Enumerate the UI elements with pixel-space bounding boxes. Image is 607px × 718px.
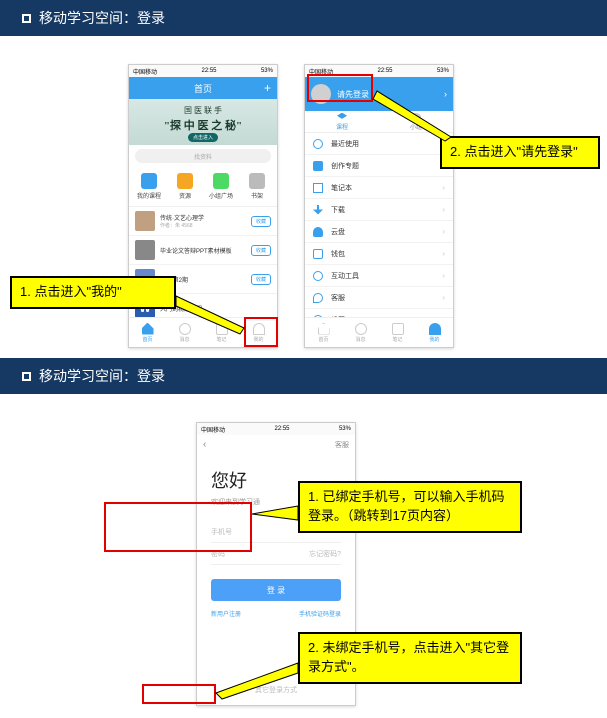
menu-wallet[interactable]: 钱包›: [305, 243, 453, 265]
thumb-icon: [135, 240, 155, 260]
callout-step1: 1. 点击进入"我的": [10, 276, 176, 309]
list-title: 毕业论文答辩PPT素材模板: [160, 246, 251, 255]
chevron-right-icon: ›: [442, 271, 445, 280]
nav-messages[interactable]: 消息: [342, 318, 379, 347]
bullet-icon: [22, 372, 31, 381]
battery: 53%: [339, 426, 351, 432]
page-area-1: 中国移动 22:55 53% 首页 + 国 医 联 手 "探 中 医 之 秘" …: [0, 36, 607, 348]
section-header-1: 移动学习空间：登录: [0, 0, 607, 36]
app-header: 首页 +: [129, 77, 277, 99]
grid-shortcuts: 我的课程 资源 小组广场 书架: [129, 167, 277, 207]
carrier: 中国移动: [133, 67, 157, 76]
nav-home[interactable]: 首页: [305, 318, 342, 347]
grid-item-resources[interactable]: 资源: [167, 173, 203, 200]
highlight-other-login: [142, 684, 216, 704]
bullet-icon: [22, 14, 31, 23]
chevron-right-icon: ›: [442, 293, 445, 302]
status-bar: 中国移动 22:55 53%: [129, 65, 277, 77]
nav-home[interactable]: 首页: [129, 318, 166, 347]
callout-arrow-2: [373, 91, 451, 153]
grid-item-courses[interactable]: 我的课程: [131, 173, 167, 200]
register-link[interactable]: 新用户注册: [211, 609, 241, 618]
add-icon[interactable]: +: [264, 81, 271, 95]
section-title-2: 移动学习空间：登录: [39, 366, 165, 386]
back-icon[interactable]: ‹: [203, 439, 206, 450]
nav-mine[interactable]: 我的: [416, 318, 453, 347]
tag-favorite[interactable]: 收藏: [251, 216, 271, 227]
status-bar: 中国移动 22:55 53%: [197, 423, 355, 435]
banner-line1: 国 医 联 手: [184, 105, 222, 116]
header-support[interactable]: 客服: [335, 440, 349, 450]
clock: 22:55: [201, 68, 216, 74]
banner-line2: "探 中 医 之 秘": [164, 117, 242, 133]
chevron-right-icon: ›: [442, 183, 445, 192]
tag-favorite[interactable]: 收藏: [251, 245, 271, 256]
app-title: 首页: [194, 82, 212, 95]
clock: 22:55: [377, 68, 392, 74]
callout-arrow-3: [252, 504, 300, 522]
bottom-nav: 首页 消息 笔记 我的: [305, 317, 453, 347]
menu-download[interactable]: 下载›: [305, 199, 453, 221]
callout-step2: 2. 点击进入"请先登录": [440, 136, 600, 169]
page-area-2: 中国移动 22:55 53% ‹ 客服 您好 欢迎来到学习通 手机号 密码 忘记…: [0, 394, 607, 718]
callout-arrow-4: [216, 659, 300, 699]
highlight-login-inputs: [104, 502, 252, 552]
battery: 53%: [437, 68, 449, 74]
grid-item-groups[interactable]: 小组广场: [203, 173, 239, 200]
grid-item-shelf[interactable]: 书架: [239, 173, 275, 200]
menu-cloud[interactable]: 云盘›: [305, 221, 453, 243]
banner-btn[interactable]: 点击进入: [188, 133, 218, 142]
callout-arrow-1: [176, 288, 248, 336]
list-title: 传统·文艺心理学作者：朱 4568: [160, 213, 251, 229]
chevron-right-icon: ›: [442, 205, 445, 214]
login-button[interactable]: 登 录: [211, 579, 341, 601]
highlight-mine-nav: [244, 317, 278, 347]
menu-tools[interactable]: 互动工具›: [305, 265, 453, 287]
tab-courses[interactable]: 课程: [305, 111, 379, 132]
list-item[interactable]: 传统·文艺心理学作者：朱 4568 收藏: [129, 207, 277, 236]
menu-support[interactable]: 客服›: [305, 287, 453, 309]
chevron-right-icon: ›: [442, 227, 445, 236]
highlight-login-prompt: [307, 74, 373, 102]
callout-step3: 1. 已绑定手机号，可以输入手机码登录。（跳转到17页内容）: [298, 481, 522, 533]
forgot-link[interactable]: 忘记密码?: [309, 549, 341, 559]
thumb-icon: [135, 211, 155, 231]
section-header-2: 移动学习空间：登录: [0, 358, 607, 394]
callout-step4: 2. 未绑定手机号，点击进入"其它登录方式"。: [298, 632, 522, 684]
tag-favorite[interactable]: 收藏: [251, 274, 271, 285]
section-title-1: 移动学习空间：登录: [39, 8, 165, 28]
sms-login-link[interactable]: 手机验证码登录: [299, 609, 341, 618]
menu-create[interactable]: 创作专题›: [305, 155, 453, 177]
clock: 22:55: [274, 426, 289, 432]
menu-notebook[interactable]: 笔记本›: [305, 177, 453, 199]
list-item[interactable]: 毕业论文答辩PPT素材模板 收藏: [129, 236, 277, 265]
search-input[interactable]: 找资料: [135, 149, 271, 163]
chevron-right-icon: ›: [442, 249, 445, 258]
banner[interactable]: 国 医 联 手 "探 中 医 之 秘" 点击进入: [129, 99, 277, 145]
nav-notes[interactable]: 笔记: [379, 318, 416, 347]
carrier: 中国移动: [201, 425, 225, 434]
battery: 53%: [261, 68, 273, 74]
search-placeholder: 找资料: [194, 152, 212, 161]
